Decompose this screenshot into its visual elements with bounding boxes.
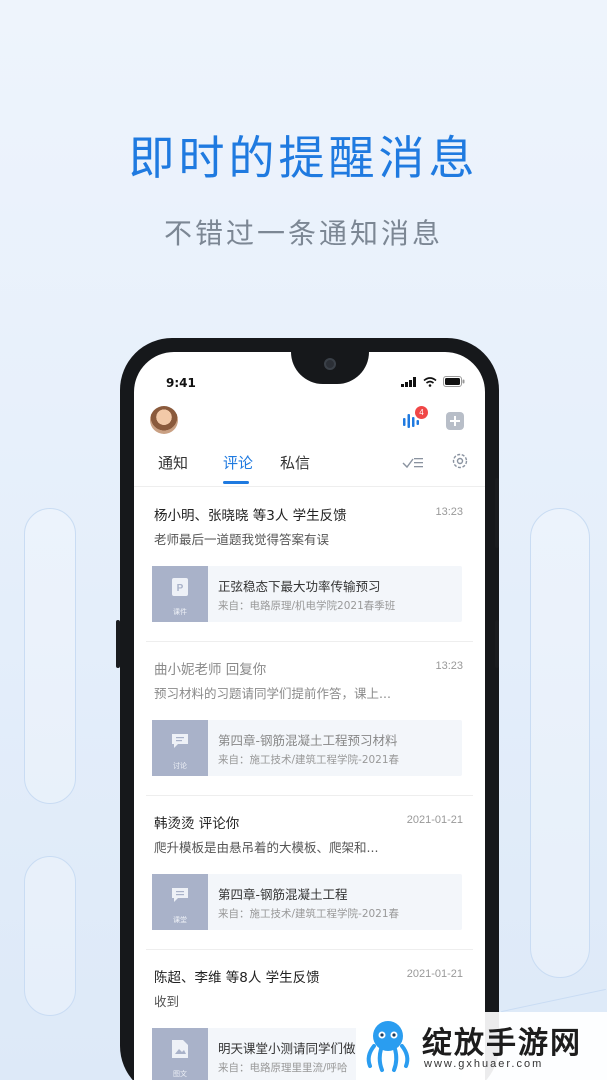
- settings-icon[interactable]: [451, 452, 469, 470]
- card-thumb-label: 图文: [173, 1070, 187, 1078]
- card-thumb-label: 课件: [173, 608, 187, 616]
- item-title: 杨小明、张晓晓 等3人 学生反馈: [154, 508, 347, 524]
- bg-decoration-pill: [24, 508, 76, 804]
- tab-messages[interactable]: 私信: [280, 452, 310, 473]
- card-thumbnail: 课堂: [152, 874, 208, 930]
- voice-message-button[interactable]: 4: [402, 406, 428, 430]
- wifi-icon: [423, 376, 437, 387]
- list-item[interactable]: 韩烫烫 评论你 2021-01-21 爬升模板是由悬吊着的大模板、爬架和... …: [134, 800, 485, 950]
- phone-side-button: [495, 478, 499, 548]
- item-time: 13:23: [435, 506, 463, 518]
- card-thumbnail: P 课件: [152, 566, 208, 622]
- item-body: 爬升模板是由悬吊着的大模板、爬架和...: [154, 840, 379, 855]
- item-body: 老师最后一道题我觉得答案有误: [154, 532, 330, 547]
- watermark: 绽放手游网 www.gxhuaer.com: [356, 1012, 607, 1080]
- phone-side-button: [116, 620, 120, 668]
- bg-decoration-pill: [24, 856, 76, 1016]
- courseware-icon: P: [172, 578, 188, 596]
- card-thumbnail: 讨论: [152, 720, 208, 776]
- octopus-logo-icon: [366, 1021, 410, 1072]
- front-camera: [324, 358, 336, 370]
- card-source: 来自：电路原理/机电学院2021春季班: [218, 600, 396, 612]
- image-text-icon: [172, 1040, 188, 1058]
- battery-icon: [443, 376, 465, 387]
- notification-badge: 4: [415, 406, 428, 419]
- item-separator: [146, 949, 473, 950]
- card-source: 来自：施工技术/建筑工程学院-2021春: [218, 754, 400, 766]
- resource-card[interactable]: 讨论 第四章-钢筋混凝土工程预习材料 来自：施工技术/建筑工程学院-2021春: [152, 720, 462, 776]
- card-thumb-label: 讨论: [173, 762, 187, 770]
- card-source: 来自：电路原理里里流/呼哈: [218, 1062, 348, 1074]
- card-thumb-label: 课堂: [173, 916, 187, 924]
- tab-active-indicator: [223, 481, 249, 484]
- item-time: 13:23: [435, 660, 463, 672]
- item-body: 收到: [154, 994, 180, 1009]
- promo-headline: 即时的提醒消息: [128, 131, 479, 185]
- phone-notch: [291, 352, 369, 384]
- signal-icon: [401, 376, 416, 387]
- list-item[interactable]: 曲小妮老师 回复你 13:23 预习材料的习题请同学们提前作答，课上... 讨论…: [134, 646, 485, 796]
- item-time: 2021-01-21: [406, 814, 463, 826]
- add-button[interactable]: [446, 412, 464, 430]
- card-title: 第四章-钢筋混凝土工程预习材料: [218, 733, 398, 748]
- card-source: 来自：施工技术/建筑工程学院-2021春: [218, 908, 400, 920]
- phone-screen: 9:41 4 通知 评论 私信 杨小明、张晓晓 等3人 学生反馈 13:23 老…: [134, 352, 485, 1080]
- resource-card[interactable]: P 课件 正弦稳态下最大功率传输预习 来自：电路原理/机电学院2021春季班: [152, 566, 462, 622]
- avatar[interactable]: [150, 406, 178, 434]
- card-title: 明天课堂小测请同学们做: [218, 1041, 356, 1056]
- bg-decoration-line: [501, 988, 606, 1013]
- tab-notifications[interactable]: 通知: [158, 452, 188, 473]
- bg-decoration-pill: [530, 508, 590, 978]
- resource-card[interactable]: 课堂 第四章-钢筋混凝土工程 来自：施工技术/建筑工程学院-2021春: [152, 874, 462, 930]
- list-item[interactable]: 杨小明、张晓晓 等3人 学生反馈 13:23 老师最后一道题我觉得答案有误 P …: [134, 492, 485, 642]
- promo-subline: 不错过一条通知消息: [163, 217, 443, 250]
- item-separator: [146, 641, 473, 642]
- item-title: 韩烫烫 评论你: [154, 816, 240, 832]
- classroom-icon: [172, 888, 188, 902]
- item-separator: [146, 795, 473, 796]
- plus-icon: [446, 412, 464, 430]
- card-title: 第四章-钢筋混凝土工程: [218, 887, 348, 902]
- card-title: 正弦稳态下最大功率传输预习: [218, 579, 381, 594]
- card-thumbnail: 图文: [152, 1028, 208, 1080]
- svg-text:P: P: [177, 583, 184, 594]
- mark-all-read-icon[interactable]: [402, 454, 424, 470]
- tab-bar: 通知 评论 私信: [134, 452, 485, 488]
- watermark-text: 绽放手游网: [422, 1026, 582, 1061]
- item-title: 陈超、李维 等8人 学生反馈: [154, 970, 320, 986]
- discussion-icon: [172, 734, 188, 748]
- item-title: 曲小妮老师 回复你: [154, 662, 267, 678]
- status-time: 9:41: [166, 376, 196, 390]
- status-icons: [401, 376, 465, 387]
- tab-comments[interactable]: 评论: [223, 452, 253, 473]
- watermark-url: www.gxhuaer.com: [424, 1058, 544, 1070]
- item-body: 预习材料的习题请同学们提前作答，课上...: [154, 686, 391, 701]
- tab-divider: [134, 486, 485, 487]
- item-time: 2021-01-21: [406, 968, 463, 980]
- phone-side-button: [495, 620, 499, 668]
